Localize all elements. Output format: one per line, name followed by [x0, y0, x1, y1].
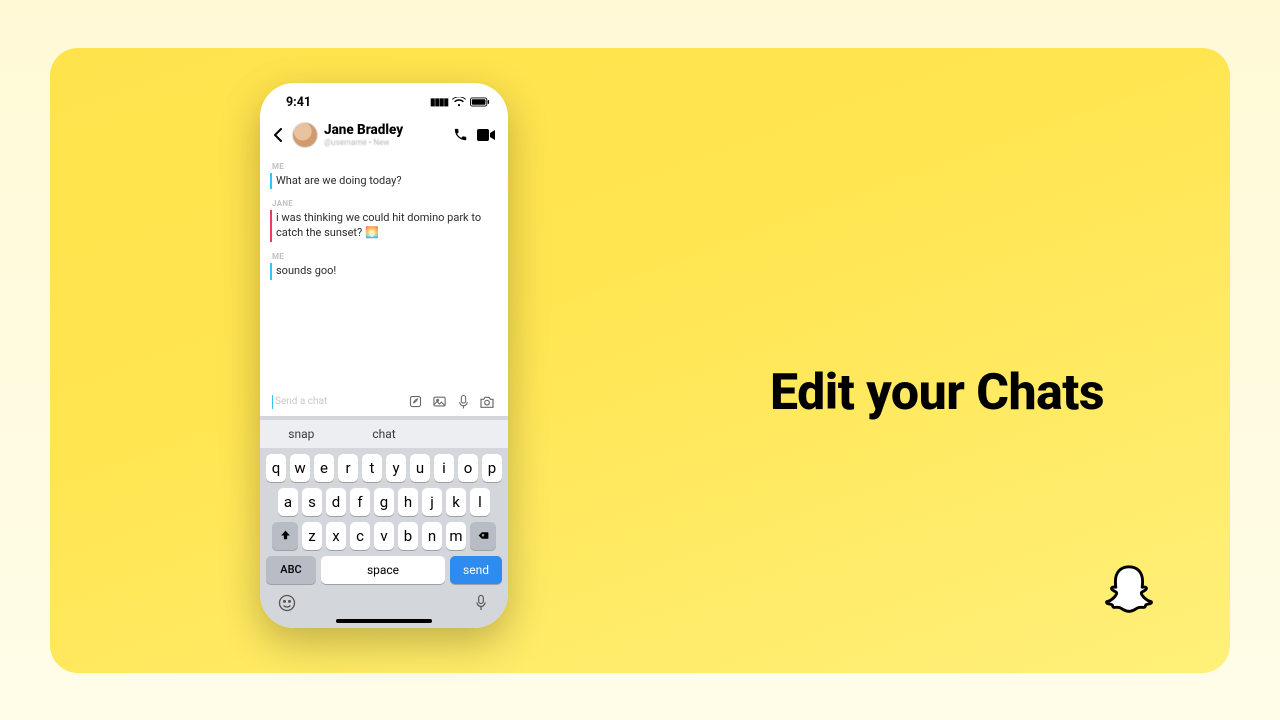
key-l[interactable]: l — [470, 488, 490, 516]
suggestion[interactable]: snap — [260, 427, 343, 441]
key-y[interactable]: y — [386, 454, 406, 482]
key-r[interactable]: r — [338, 454, 358, 482]
message-sender: ME — [272, 162, 498, 171]
shift-key[interactable] — [272, 522, 298, 550]
emoji-icon[interactable] — [276, 592, 298, 614]
message-sender: JANE — [272, 199, 498, 208]
key-f[interactable]: f — [350, 488, 370, 516]
message[interactable]: ME What are we doing today? — [270, 162, 498, 190]
wifi-icon — [452, 97, 466, 107]
message-sender: ME — [272, 252, 498, 261]
key-k[interactable]: k — [446, 488, 466, 516]
chat-header: Jane Bradley @username • New — [260, 116, 508, 156]
avatar[interactable] — [292, 122, 318, 148]
message[interactable]: JANE i was thinking we could hit domino … — [270, 199, 498, 242]
key-j[interactable]: j — [422, 488, 442, 516]
backspace-key[interactable] — [470, 522, 496, 550]
headline: Edit your Chats — [770, 364, 1104, 422]
abc-key[interactable]: ABC — [266, 556, 316, 584]
ios-keyboard: snap chat q w e r t y u i o p a s d f — [260, 416, 508, 628]
contact-subtitle: @username • New — [324, 138, 444, 147]
keyboard-suggestions: snap chat — [260, 420, 508, 448]
key-p[interactable]: p — [482, 454, 502, 482]
key-q[interactable]: q — [266, 454, 286, 482]
message-list: ME What are we doing today? JANE i was t… — [260, 156, 508, 292]
suggestion[interactable]: chat — [343, 427, 426, 441]
keyboard-row-1: q w e r t y u i o p — [260, 454, 508, 482]
key-g[interactable]: g — [374, 488, 394, 516]
key-x[interactable]: x — [326, 522, 346, 550]
chat-input-bar: Send a chat — [268, 389, 500, 415]
rocket-icon[interactable] — [406, 393, 424, 411]
key-h[interactable]: h — [398, 488, 418, 516]
key-u[interactable]: u — [410, 454, 430, 482]
message[interactable]: ME sounds goo! — [270, 252, 498, 280]
key-c[interactable]: c — [350, 522, 370, 550]
video-call-icon[interactable] — [476, 125, 496, 145]
message-body: What are we doing today? — [270, 173, 498, 190]
key-i[interactable]: i — [434, 454, 454, 482]
battery-icon — [470, 97, 490, 107]
key-n[interactable]: n — [422, 522, 442, 550]
signal-icon: ▮▮▮▮ — [430, 97, 448, 108]
keyboard-row-3: z x c v b n m — [260, 522, 508, 550]
key-m[interactable]: m — [446, 522, 466, 550]
gallery-icon[interactable] — [430, 393, 448, 411]
key-t[interactable]: t — [362, 454, 382, 482]
chat-input[interactable]: Send a chat — [272, 395, 400, 409]
key-z[interactable]: z — [302, 522, 322, 550]
promo-card: Edit your Chats 9:41 ▮▮▮▮ — [50, 48, 1230, 673]
back-chevron-icon[interactable] — [270, 127, 286, 143]
dictation-icon[interactable] — [470, 592, 492, 614]
key-e[interactable]: e — [314, 454, 334, 482]
status-bar: 9:41 ▮▮▮▮ — [260, 83, 508, 116]
key-b[interactable]: b — [398, 522, 418, 550]
key-d[interactable]: d — [326, 488, 346, 516]
home-indicator[interactable] — [336, 619, 432, 623]
keyboard-row-2: a s d f g h j k l — [260, 488, 508, 516]
contact-name-block[interactable]: Jane Bradley @username • New — [324, 122, 444, 147]
keyboard-row-bottom: ABC space send — [260, 556, 508, 584]
camera-icon[interactable] — [478, 393, 496, 411]
status-icons: ▮▮▮▮ — [430, 97, 490, 108]
phone-call-icon[interactable] — [450, 125, 470, 145]
key-o[interactable]: o — [458, 454, 478, 482]
key-v[interactable]: v — [374, 522, 394, 550]
send-key[interactable]: send — [450, 556, 502, 584]
contact-name: Jane Bradley — [324, 122, 444, 138]
microphone-icon[interactable] — [454, 393, 472, 411]
status-time: 9:41 — [286, 95, 311, 110]
key-w[interactable]: w — [290, 454, 310, 482]
snapchat-ghost-icon — [1098, 561, 1160, 623]
message-body: sounds goo! — [270, 263, 498, 280]
key-s[interactable]: s — [302, 488, 322, 516]
space-key[interactable]: space — [321, 556, 445, 584]
message-body: i was thinking we could hit domino park … — [270, 210, 498, 242]
key-a[interactable]: a — [278, 488, 298, 516]
keyboard-footer — [260, 584, 508, 614]
phone-mockup: 9:41 ▮▮▮▮ Jane Bradley @username • New — [260, 83, 508, 628]
